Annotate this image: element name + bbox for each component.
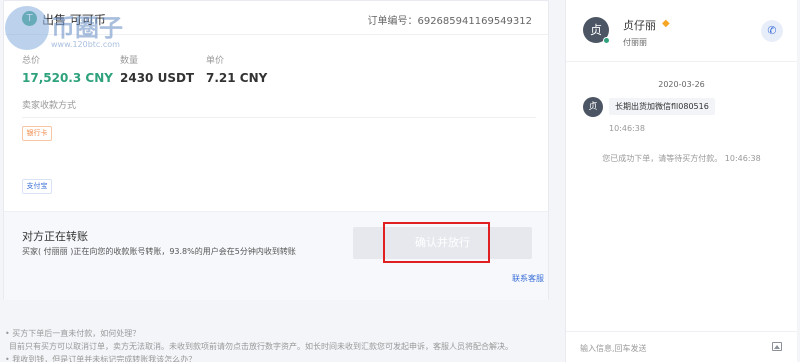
payment-alipay-tag[interactable]: 支付宝 — [22, 179, 52, 194]
order-number: 订单编号：692685941169549312 — [367, 16, 532, 27]
faq-question-1: • 买方下单后一直未付款，如何处理？ — [5, 329, 141, 338]
stat-unit-price: 单价 7.21 CNY — [206, 56, 268, 85]
chat-date: 2020-03-26 — [658, 80, 705, 89]
watermark-circle — [5, 6, 49, 50]
chat-realname: 付丽丽 — [623, 38, 647, 47]
image-upload-icon[interactable] — [772, 342, 782, 351]
watermark-url: www.120btc.com — [51, 40, 120, 49]
chat-input-bar[interactable]: 输入信息,回车发送 — [566, 331, 797, 362]
seller-methods-label: 卖家收款方式 — [22, 101, 77, 111]
chat-input-placeholder[interactable]: 输入信息,回车发送 — [580, 343, 647, 354]
highlight-box — [383, 222, 490, 263]
chat-panel: 贞 贞仔丽 ◆ 付丽丽 ✆ 2020-03-26 贞 长期出货加微信fll080… — [565, 0, 797, 362]
system-message: 您已成功下单，请等待买方付款。 10:46:38 — [602, 154, 761, 163]
stat-total: 总价 17,520.3 CNY — [22, 56, 113, 85]
online-status-dot — [603, 37, 610, 44]
divider — [22, 117, 536, 118]
message-time: 10:46:38 — [609, 124, 645, 133]
chat-header: 贞 贞仔丽 ◆ 付丽丽 ✆ — [566, 0, 797, 62]
transfer-title: 对方正在转账 — [22, 230, 88, 243]
payment-bank-tag[interactable]: 银行卡 — [22, 126, 52, 141]
watermark-logo: 币圈子 www.120btc.com — [5, 2, 155, 52]
phone-icon[interactable]: ✆ — [761, 20, 783, 42]
chat-username: 贞仔丽 — [623, 19, 656, 32]
stat-quantity: 数量 2430 USDT — [120, 56, 195, 85]
chat-message-bubble: 长期出货加微信fll080516 — [609, 98, 715, 115]
diamond-icon: ◆ — [662, 18, 670, 29]
message-avatar: 贞 — [583, 97, 603, 117]
faq-question-2: • 我收到钱，但是订单并未标记完成转账我该怎么办？ — [5, 355, 197, 362]
faq-answer-1: 目前只有买方可以取消订单，卖方无法取消。未收到款项前请勿点击放行数字资产。如长时… — [9, 342, 513, 351]
contact-support-link[interactable]: 联系客服 — [512, 273, 544, 284]
transfer-description: 买家( 付丽丽 )正在向您的收款账号转账，93.8%的用户会在5分钟内收到转账 — [22, 247, 296, 256]
watermark-text: 币圈子 — [51, 14, 123, 42]
